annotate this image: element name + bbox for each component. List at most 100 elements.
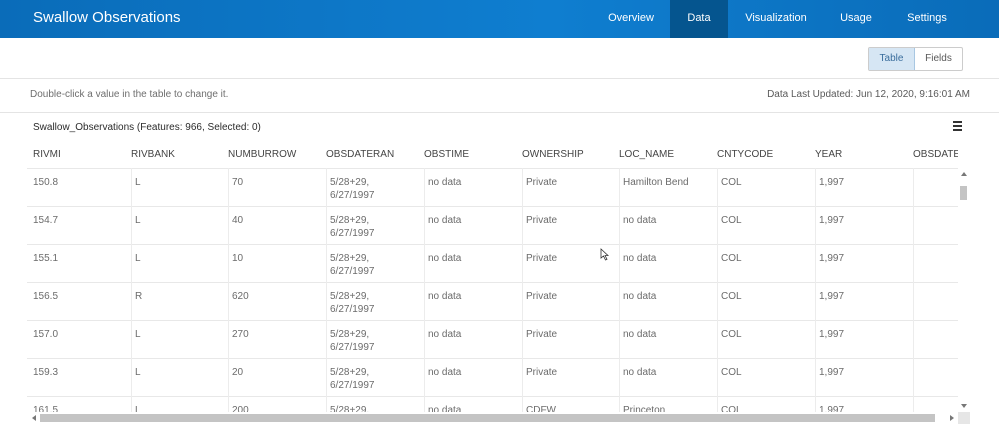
scroll-thumb[interactable] — [40, 414, 935, 422]
table-cell[interactable]: 270 — [228, 320, 249, 358]
column-header[interactable]: OBSDATE — [913, 149, 958, 160]
table-cell[interactable]: 20 — [228, 358, 243, 396]
table-cell[interactable]: 5/28+29, 6/27/1997 — [326, 206, 375, 244]
table-cell[interactable]: no data — [424, 168, 461, 206]
table-cell[interactable]: 1,997 — [815, 320, 844, 358]
table-cell[interactable]: R — [131, 282, 142, 320]
table-cell[interactable]: COL — [717, 396, 742, 412]
table-cell[interactable]: Private — [522, 282, 557, 320]
table-cell[interactable] — [913, 206, 917, 244]
table-cell[interactable]: 5/28+29, 6/27/1997 — [326, 282, 375, 320]
table-cell[interactable]: 161.5 — [33, 404, 58, 412]
table-cell[interactable]: 70 — [228, 168, 243, 206]
table-cell[interactable] — [913, 320, 917, 358]
scroll-right-icon[interactable] — [950, 415, 954, 421]
table-cell[interactable]: no data — [619, 206, 656, 244]
table-cell[interactable]: no data — [424, 320, 461, 358]
table-cell[interactable]: 157.0 — [33, 328, 58, 341]
table-cell[interactable] — [913, 244, 917, 282]
horizontal-scrollbar[interactable] — [30, 412, 959, 424]
table-row[interactable]: 157.0 L 270 5/28+29, 6/27/1997 no data Privat… — [27, 320, 958, 358]
table-row[interactable]: 154.7 L 40 5/28+29, 6/27/1997 no data Private… — [27, 206, 958, 244]
column-header[interactable]: YEAR — [815, 149, 842, 160]
table-cell[interactable]: Hamilton Bend — [619, 168, 689, 206]
column-header[interactable]: CNTYCODE — [717, 149, 773, 160]
table-cell[interactable]: 150.8 — [33, 176, 58, 189]
table-cell[interactable]: 1,997 — [815, 206, 844, 244]
table-cell[interactable]: COL — [717, 320, 742, 358]
table-cell[interactable]: L — [131, 244, 141, 282]
table-cell[interactable]: no data — [424, 282, 461, 320]
nav-tab-overview[interactable]: Overview — [604, 0, 658, 38]
table-cell[interactable]: 1,997 — [815, 396, 844, 412]
table-cell[interactable]: L — [131, 396, 141, 412]
column-header[interactable]: RIVMI — [33, 149, 61, 160]
table-cell[interactable]: COL — [717, 282, 742, 320]
vertical-scrollbar[interactable] — [958, 168, 970, 412]
table-cell[interactable]: 200 — [228, 396, 249, 412]
table-cell[interactable]: 159.3 — [33, 366, 58, 379]
table-cell[interactable]: no data — [424, 244, 461, 282]
column-header[interactable]: OBSDATERAN — [326, 149, 394, 160]
table-cell[interactable]: COL — [717, 206, 742, 244]
table-row[interactable]: 161.5 L 200 5/28+29, no data CDFW Princeton COL… — [27, 396, 958, 412]
table-cell[interactable]: no data — [424, 206, 461, 244]
scroll-thumb[interactable] — [960, 186, 967, 200]
table-cell[interactable]: COL — [717, 168, 742, 206]
table-cell[interactable]: 1,997 — [815, 358, 844, 396]
table-row[interactable]: 159.3 L 20 5/28+29, 6/27/1997 no data Private… — [27, 358, 958, 396]
table-cell[interactable]: 10 — [228, 244, 243, 282]
column-header[interactable]: NUMBURROW — [228, 149, 296, 160]
fields-view-button[interactable]: Fields — [915, 48, 962, 70]
table-cell[interactable]: no data — [619, 320, 656, 358]
table-cell[interactable]: L — [131, 168, 141, 206]
table-cell[interactable]: Private — [522, 358, 557, 396]
table-cell[interactable]: 40 — [228, 206, 243, 244]
table-row[interactable]: 155.1 L 10 5/28+29, 6/27/1997 no data Private… — [27, 244, 958, 282]
table-cell[interactable]: Private — [522, 244, 557, 282]
table-cell[interactable] — [913, 168, 917, 206]
table-cell[interactable]: 1,997 — [815, 168, 844, 206]
table-cell[interactable]: 5/28+29, 6/27/1997 — [326, 168, 375, 206]
table-row[interactable]: 150.8 L 70 5/28+29, 6/27/1997 no data Private… — [27, 168, 958, 206]
nav-tab-settings[interactable]: Settings — [902, 0, 952, 38]
table-cell[interactable]: CDFW — [522, 396, 556, 412]
nav-tab-usage[interactable]: Usage — [836, 0, 876, 38]
table-cell[interactable]: L — [131, 320, 141, 358]
scroll-left-icon[interactable] — [32, 415, 36, 421]
column-header[interactable]: OWNERSHIP — [522, 149, 584, 160]
column-header[interactable]: LOC_NAME — [619, 149, 674, 160]
table-cell[interactable]: 5/28+29, 6/27/1997 — [326, 244, 375, 282]
table-cell[interactable]: no data — [424, 358, 461, 396]
table-cell[interactable]: COL — [717, 244, 742, 282]
table-cell[interactable]: Princeton — [619, 396, 665, 412]
table-cell[interactable]: Private — [522, 320, 557, 358]
nav-tab-visualization[interactable]: Visualization — [742, 0, 810, 38]
nav-tab-data[interactable]: Data — [670, 0, 728, 38]
table-cell[interactable] — [913, 358, 917, 396]
table-cell[interactable]: Private — [522, 168, 557, 206]
table-cell[interactable] — [913, 396, 917, 412]
table-cell[interactable]: Private — [522, 206, 557, 244]
table-cell[interactable]: 5/28+29, 6/27/1997 — [326, 358, 375, 396]
table-cell[interactable]: 5/28+29, 6/27/1997 — [326, 320, 375, 358]
table-cell[interactable] — [913, 282, 917, 320]
table-cell[interactable]: L — [131, 206, 141, 244]
column-header[interactable]: RIVBANK — [131, 149, 175, 160]
table-cell[interactable]: 156.5 — [33, 290, 58, 303]
table-cell[interactable]: no data — [619, 358, 656, 396]
scroll-down-icon[interactable] — [961, 404, 967, 408]
table-cell[interactable]: 620 — [228, 282, 249, 320]
table-cell[interactable]: 5/28+29, — [326, 396, 369, 412]
menu-icon[interactable] — [953, 121, 962, 131]
column-header[interactable]: OBSTIME — [424, 149, 469, 160]
table-cell[interactable]: 154.7 — [33, 214, 58, 227]
table-cell[interactable]: no data — [619, 282, 656, 320]
table-cell[interactable]: 1,997 — [815, 244, 844, 282]
table-cell[interactable]: no data — [619, 244, 656, 282]
table-cell[interactable]: 1,997 — [815, 282, 844, 320]
table-cell[interactable]: no data — [424, 396, 461, 412]
table-view-button[interactable]: Table — [869, 48, 915, 70]
table-cell[interactable]: L — [131, 358, 141, 396]
table-row[interactable]: 156.5 R 620 5/28+29, 6/27/1997 no data Privat… — [27, 282, 958, 320]
